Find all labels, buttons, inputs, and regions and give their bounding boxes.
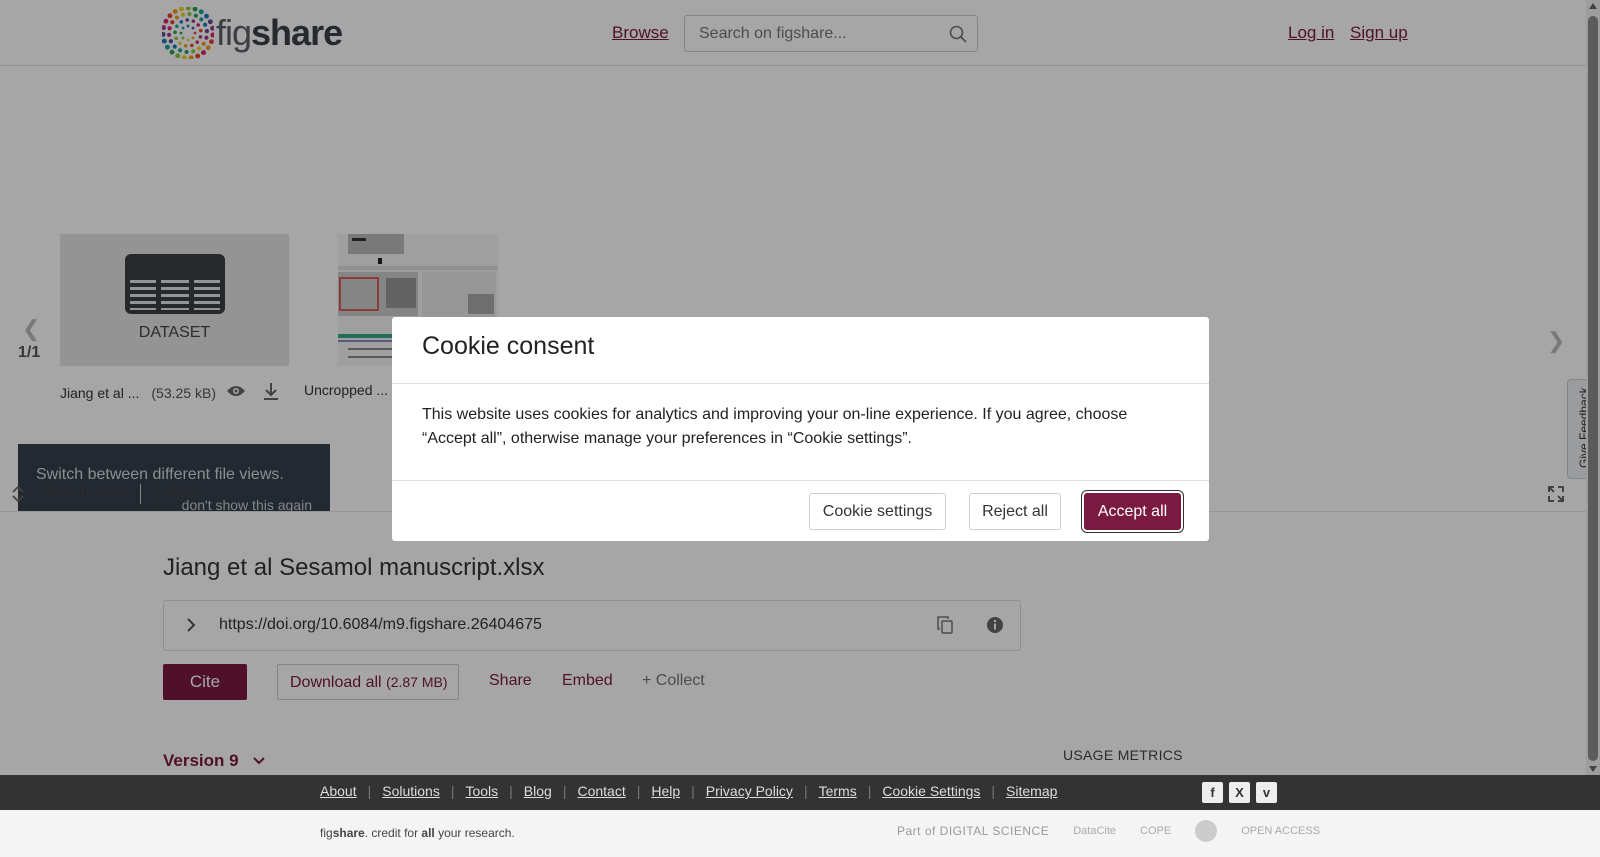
facebook-icon[interactable]: f bbox=[1202, 782, 1223, 803]
footer-link[interactable]: Blog bbox=[524, 783, 552, 799]
cookie-consent-dialog: Cookie consent This website uses cookies… bbox=[392, 317, 1209, 541]
cookie-settings-button[interactable]: Cookie settings bbox=[809, 493, 946, 530]
digital-science-logo[interactable]: Part of DIGITAL SCIENCE bbox=[897, 824, 1049, 838]
cookie-dialog-title: Cookie consent bbox=[422, 332, 595, 360]
accept-all-button[interactable]: Accept all bbox=[1084, 493, 1181, 530]
footer-links-bar: About | Solutions | Tools | Blog | Contact | Help |… bbox=[0, 775, 1600, 810]
footer-link[interactable]: Help bbox=[651, 783, 680, 799]
cookie-dialog-body: This website uses cookies for analytics … bbox=[422, 406, 1128, 447]
reject-all-button[interactable]: Reject all bbox=[969, 493, 1061, 530]
footer-link[interactable]: About bbox=[320, 783, 357, 799]
social-links: f X v bbox=[1202, 782, 1277, 803]
footer-link[interactable]: Contact bbox=[577, 783, 625, 799]
footer-link[interactable]: Sitemap bbox=[1006, 783, 1057, 799]
x-twitter-icon[interactable]: X bbox=[1229, 782, 1250, 803]
footer-link[interactable]: Solutions bbox=[382, 783, 440, 799]
footer-tagline: figshare. credit for all your research. bbox=[320, 826, 515, 840]
open-access-logo[interactable]: OPEN ACCESS bbox=[1241, 825, 1320, 837]
footer-link[interactable]: Cookie Settings bbox=[882, 783, 980, 799]
footer-bottom: figshare. credit for all your research. … bbox=[0, 810, 1600, 857]
vimeo-icon[interactable]: v bbox=[1256, 782, 1277, 803]
cope-logo[interactable]: COPE bbox=[1140, 825, 1171, 837]
footer-link[interactable]: Terms bbox=[819, 783, 857, 799]
globe-icon[interactable] bbox=[1195, 820, 1218, 842]
footer-link[interactable]: Privacy Policy bbox=[706, 783, 793, 799]
footer-link[interactable]: Tools bbox=[465, 783, 498, 799]
footer-nav: About | Solutions | Tools | Blog | Contact | Help |… bbox=[320, 783, 1058, 799]
partner-logos: Part of DIGITAL SCIENCE DataCite COPE OP… bbox=[897, 820, 1320, 842]
datacite-logo[interactable]: DataCite bbox=[1073, 825, 1116, 837]
